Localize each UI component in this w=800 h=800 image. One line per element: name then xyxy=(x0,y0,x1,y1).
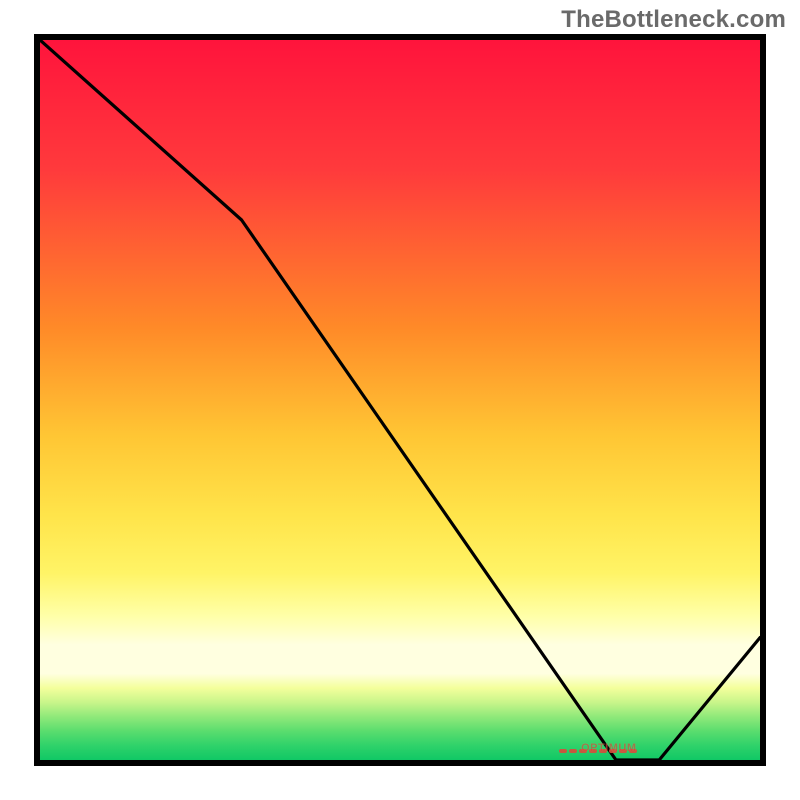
plot-area: OPTIMUM xyxy=(34,34,766,766)
line-plot xyxy=(40,40,760,760)
bottleneck-curve-line xyxy=(40,40,760,760)
chart-container: TheBottleneck.com OPTIMUM xyxy=(0,0,800,800)
watermark-text: TheBottleneck.com xyxy=(561,6,786,34)
optimal-zone-label: OPTIMUM xyxy=(554,742,663,754)
